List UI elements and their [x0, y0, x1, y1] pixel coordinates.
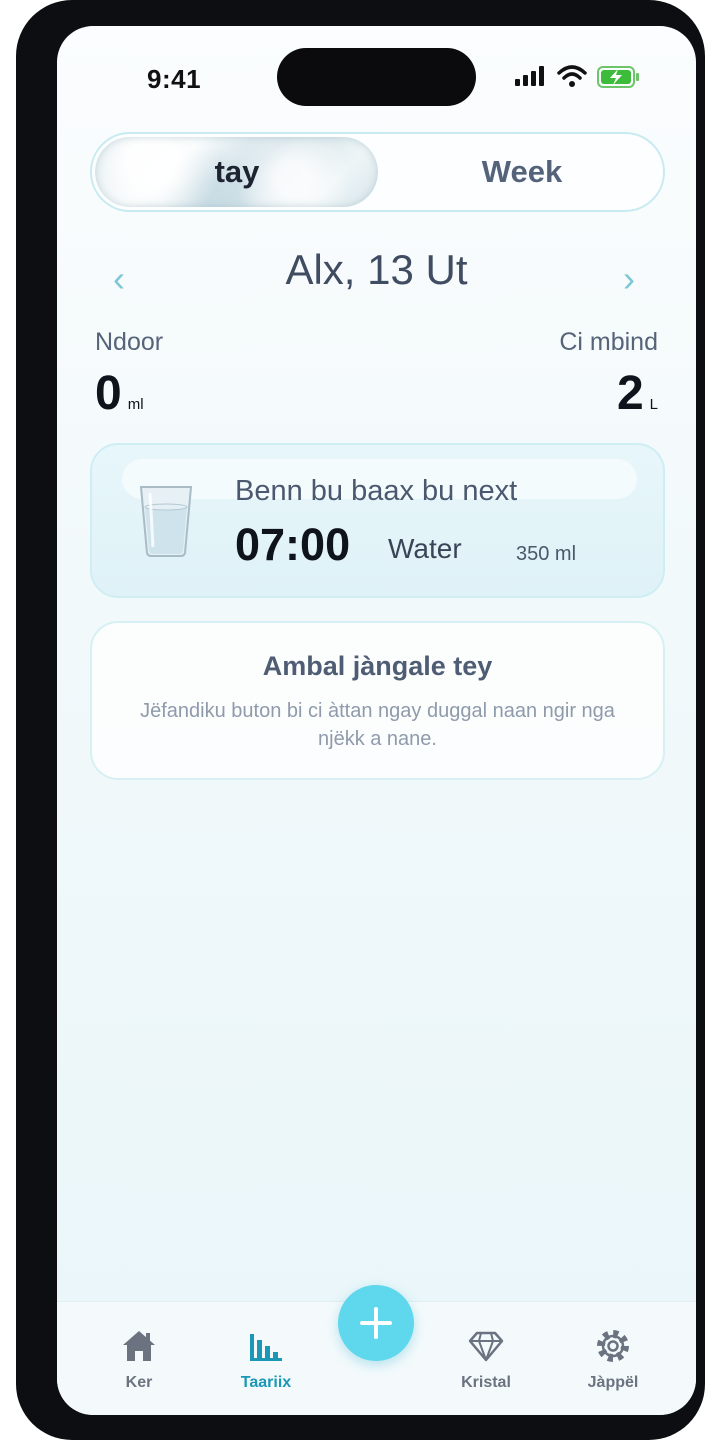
- water-glass-icon: [139, 486, 193, 557]
- diamond-icon: [468, 1331, 504, 1362]
- tab-home[interactable]: Ker: [84, 1302, 194, 1415]
- tab-crystal[interactable]: Kristal: [431, 1302, 541, 1415]
- phone-frame: 9:41 tay Week ‹ Alx, 13 Ut › Ndoor Ci mb…: [16, 0, 705, 1440]
- empty-state-card: Ambal jàngale tey Jëfandiku buton bi ci …: [90, 621, 665, 780]
- goal-value: 2L: [617, 366, 658, 421]
- goal-label: Ci mbind: [559, 328, 658, 356]
- goal-number: 2: [616, 367, 644, 420]
- empty-state-description: Jëfandiku buton bi ci àttan ngay duggal …: [140, 700, 615, 750]
- period-segmented-control: tay Week: [90, 132, 665, 212]
- tab-history[interactable]: Taariix: [211, 1302, 321, 1415]
- next-drink-card[interactable]: Benn bu baax bu next 07:00 Water 350 ml: [90, 443, 665, 598]
- next-drink-time: 07:00: [235, 519, 351, 570]
- tab-settings-label: Jàppël: [587, 1374, 639, 1391]
- tab-settings[interactable]: Jàppël: [558, 1302, 668, 1415]
- intake-number: 0: [95, 367, 122, 420]
- app-screen: 9:41 tay Week ‹ Alx, 13 Ut › Ndoor Ci mb…: [57, 26, 696, 1415]
- gear-icon: [597, 1330, 629, 1362]
- intake-unit: ml: [127, 396, 144, 413]
- goal-unit: L: [649, 396, 658, 413]
- dynamic-island: [277, 48, 476, 106]
- next-drink-amount: 350 ml: [516, 543, 577, 565]
- tab-home-label: Ker: [125, 1374, 153, 1391]
- next-drink-title: Benn bu baax bu next: [235, 475, 518, 507]
- status-bar: 9:41: [57, 26, 696, 126]
- empty-state-title: Ambal jàngale tey: [262, 651, 493, 681]
- tab-crystal-label: Kristal: [461, 1374, 511, 1391]
- cellular-signal-icon: [515, 66, 544, 86]
- segment-day[interactable]: tay: [92, 134, 382, 210]
- add-drink-button[interactable]: [338, 1285, 414, 1361]
- next-drink-type: Water: [388, 533, 462, 564]
- intake-label: Ndoor: [95, 328, 164, 356]
- bar-chart-icon: [250, 1334, 282, 1361]
- battery-charging-icon: [597, 66, 639, 88]
- plus-icon: [360, 1307, 392, 1339]
- segment-week[interactable]: Week: [382, 134, 662, 210]
- current-date-label: Alx, 13 Ut: [285, 246, 468, 293]
- next-day-button[interactable]: ›: [623, 258, 635, 300]
- house-icon: [123, 1331, 155, 1361]
- tab-history-label: Taariix: [240, 1374, 292, 1391]
- intake-value: 0 ml: [95, 366, 144, 421]
- status-time: 9:41: [147, 64, 202, 94]
- wifi-icon: [557, 65, 587, 87]
